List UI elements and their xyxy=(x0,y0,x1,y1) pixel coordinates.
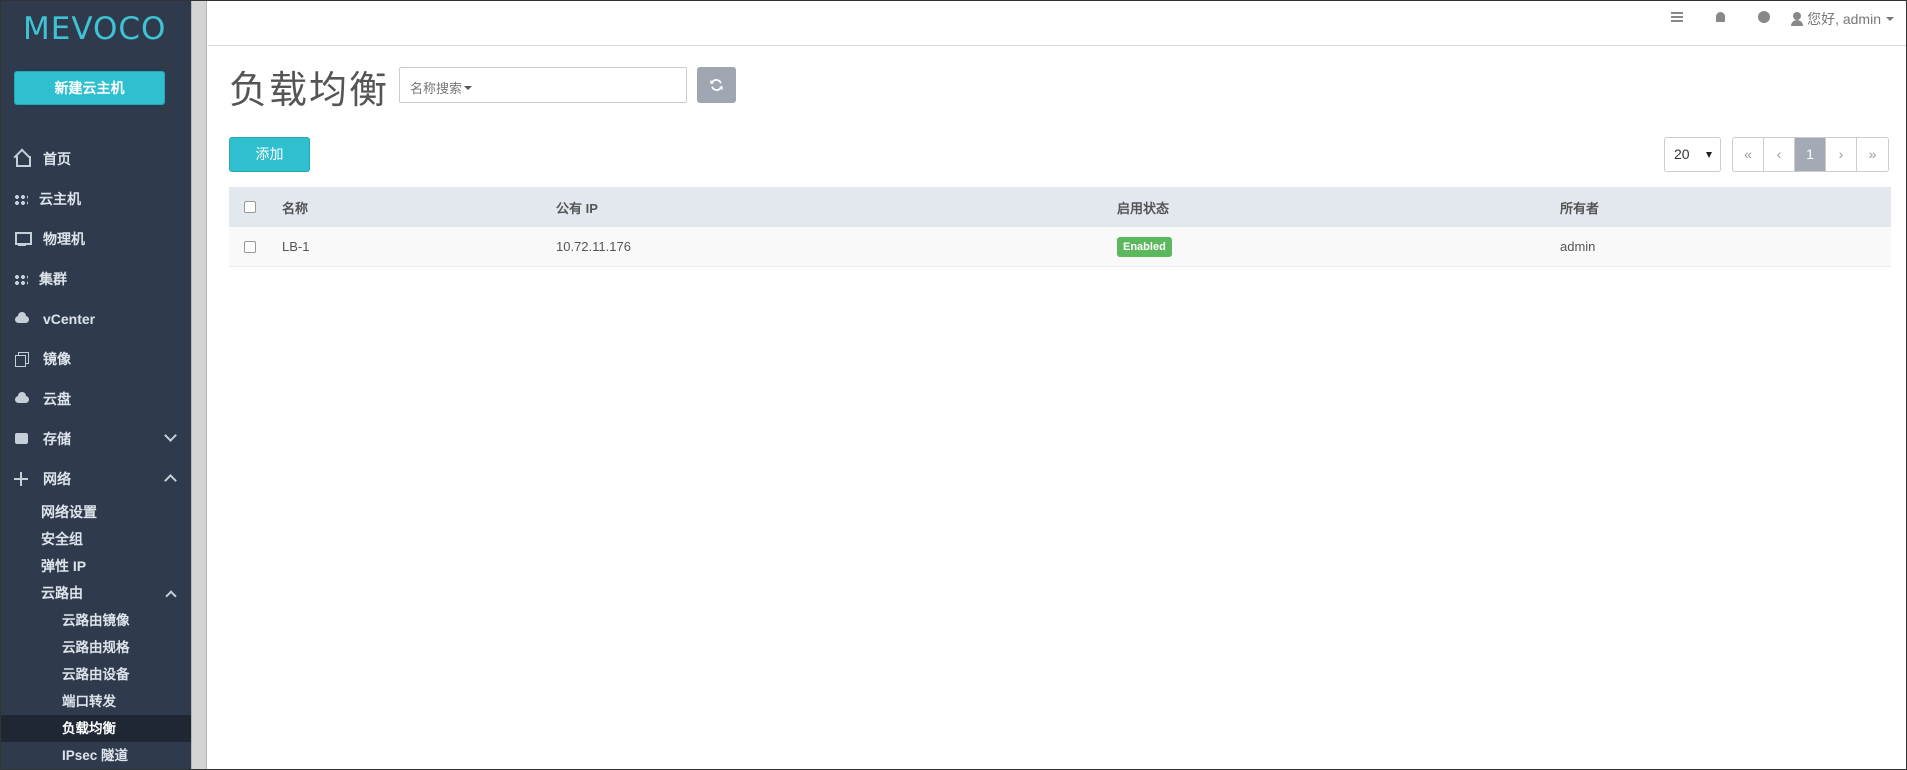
pager-next[interactable]: › xyxy=(1826,138,1857,171)
sidebar-item-label: 首页 xyxy=(43,151,71,167)
sidebar-subitem-port-forwarding[interactable]: 端口转发 xyxy=(1,688,191,715)
bell-icon[interactable] xyxy=(1699,9,1743,29)
sidebar-item-label: 网络 xyxy=(43,471,71,487)
refresh-icon xyxy=(710,79,723,91)
sidebar: MEVOCO 新建云主机 首页 云主机 物理机 集群 vCenter 镜像 云盘… xyxy=(1,1,191,769)
logo[interactable]: MEVOCO xyxy=(23,11,166,47)
caret-down-icon xyxy=(464,85,473,90)
page-title: 负载均衡 xyxy=(229,70,390,112)
search-box: 名称搜索 xyxy=(399,67,687,103)
cloud-upload-icon xyxy=(14,392,32,406)
user-menu[interactable]: 您好, admin xyxy=(1791,9,1894,29)
cloud-icon xyxy=(14,312,32,326)
sidebar-subitem-load-balancer[interactable]: 负载均衡 xyxy=(1,715,191,742)
sidebar-subitem-ipsec[interactable]: IPsec 隧道 xyxy=(1,742,191,769)
logo-text: MEVOCO xyxy=(23,11,167,47)
sidebar-subitem-router-image[interactable]: 云路由镜像 xyxy=(1,607,191,634)
pagination: « ‹ 1 › » xyxy=(1732,137,1889,172)
col-header-name[interactable]: 名称 xyxy=(282,198,556,217)
cell-ip: 10.72.11.176 xyxy=(556,239,631,254)
list-icon[interactable] xyxy=(1655,9,1699,29)
search-filter-dropdown[interactable]: 名称搜索 xyxy=(410,78,473,97)
pager-first[interactable]: « xyxy=(1733,138,1764,171)
sidebar-item-volume[interactable]: 云盘 xyxy=(1,379,191,419)
chevron-down-icon xyxy=(164,429,177,442)
pager-last[interactable]: » xyxy=(1857,138,1888,171)
sidebar-item-vm[interactable]: 云主机 xyxy=(1,179,191,219)
pager-prev[interactable]: ‹ xyxy=(1764,138,1795,171)
col-header-owner[interactable]: 所有者 xyxy=(1560,198,1891,217)
sidebar-item-host[interactable]: 物理机 xyxy=(1,219,191,259)
copy-icon xyxy=(14,352,32,367)
sidebar-subitem-security-group[interactable]: 安全组 xyxy=(1,526,191,553)
sidebar-nav: 首页 云主机 物理机 集群 vCenter 镜像 云盘 存储 网络 网络设置 安… xyxy=(1,139,191,769)
topbar: 您好, admin xyxy=(208,1,1906,46)
sidebar-item-storage[interactable]: 存储 xyxy=(1,419,191,459)
sidebar-item-label: 集群 xyxy=(39,271,67,287)
sidebar-item-label: 云盘 xyxy=(43,391,71,407)
page-size-select[interactable]: 20 xyxy=(1664,137,1721,172)
cell-owner: admin xyxy=(1560,239,1596,254)
refresh-button[interactable] xyxy=(697,67,736,103)
sidebar-item-image[interactable]: 镜像 xyxy=(1,339,191,379)
sidebar-item-label: vCenter xyxy=(43,311,96,327)
sidebar-item-label: 物理机 xyxy=(43,231,85,247)
app-window: MEVOCO 新建云主机 首页 云主机 物理机 集群 vCenter 镜像 云盘… xyxy=(0,0,1907,770)
sidebar-subitem-network-settings[interactable]: 网络设置 xyxy=(1,499,191,526)
col-header-ip[interactable]: 公有 IP xyxy=(556,198,1117,217)
sidebar-subitem-router-offering[interactable]: 云路由规格 xyxy=(1,634,191,661)
cell-status: Enabled xyxy=(1117,236,1560,257)
sidebar-item-label: 镜像 xyxy=(43,351,71,367)
lb-table: 名称 公有 IP 启用状态 所有者 LB-1 10.72.11.176 Enab… xyxy=(229,187,1891,267)
sidebar-item-network[interactable]: 网络 xyxy=(1,459,191,499)
sidebar-item-vcenter[interactable]: vCenter xyxy=(1,299,191,339)
table-row[interactable]: LB-1 10.72.11.176 Enabled admin xyxy=(229,227,1891,267)
grid-icon xyxy=(14,194,28,206)
sidebar-subitem-eip[interactable]: 弹性 IP xyxy=(1,553,191,580)
caret-down-icon xyxy=(1886,17,1894,21)
search-input[interactable] xyxy=(490,72,680,98)
sidebar-item-label: 存储 xyxy=(43,431,71,447)
row-checkbox[interactable] xyxy=(244,240,256,253)
hdd-icon xyxy=(14,432,32,446)
user-greeting: 您好, admin xyxy=(1807,11,1881,27)
home-icon xyxy=(14,152,32,167)
caret-down-icon xyxy=(1706,152,1712,158)
sidebar-item-label: 云主机 xyxy=(39,191,81,207)
col-header-status[interactable]: 启用状态 xyxy=(1117,198,1560,217)
cell-name[interactable]: LB-1 xyxy=(282,239,556,254)
sidebar-item-cluster[interactable]: 集群 xyxy=(1,259,191,299)
sidebar-subitem-router[interactable]: 云路由 xyxy=(1,580,191,607)
select-all-checkbox[interactable] xyxy=(244,201,256,213)
grid-icon xyxy=(14,274,28,286)
table-header: 名称 公有 IP 启用状态 所有者 xyxy=(229,187,1891,227)
network-icon xyxy=(14,472,32,486)
status-badge: Enabled xyxy=(1117,236,1172,257)
monitor-icon xyxy=(14,232,32,246)
sidebar-item-home[interactable]: 首页 xyxy=(1,139,191,179)
page-size-value: 20 xyxy=(1674,146,1690,162)
add-button[interactable]: 添加 xyxy=(229,137,310,172)
sidebar-subitem-label: 云路由 xyxy=(41,585,83,601)
new-vm-button[interactable]: 新建云主机 xyxy=(14,71,165,105)
globe-icon[interactable] xyxy=(1743,9,1787,29)
search-filter-label: 名称搜索 xyxy=(410,81,463,96)
chevron-up-icon xyxy=(165,590,177,602)
chevron-up-icon xyxy=(164,474,177,487)
sidebar-scrollbar[interactable] xyxy=(191,1,207,769)
topbar-actions: 您好, admin xyxy=(1655,9,1894,29)
user-icon xyxy=(1791,12,1804,26)
pager-current[interactable]: 1 xyxy=(1795,138,1826,171)
sidebar-subitem-router-device[interactable]: 云路由设备 xyxy=(1,661,191,688)
